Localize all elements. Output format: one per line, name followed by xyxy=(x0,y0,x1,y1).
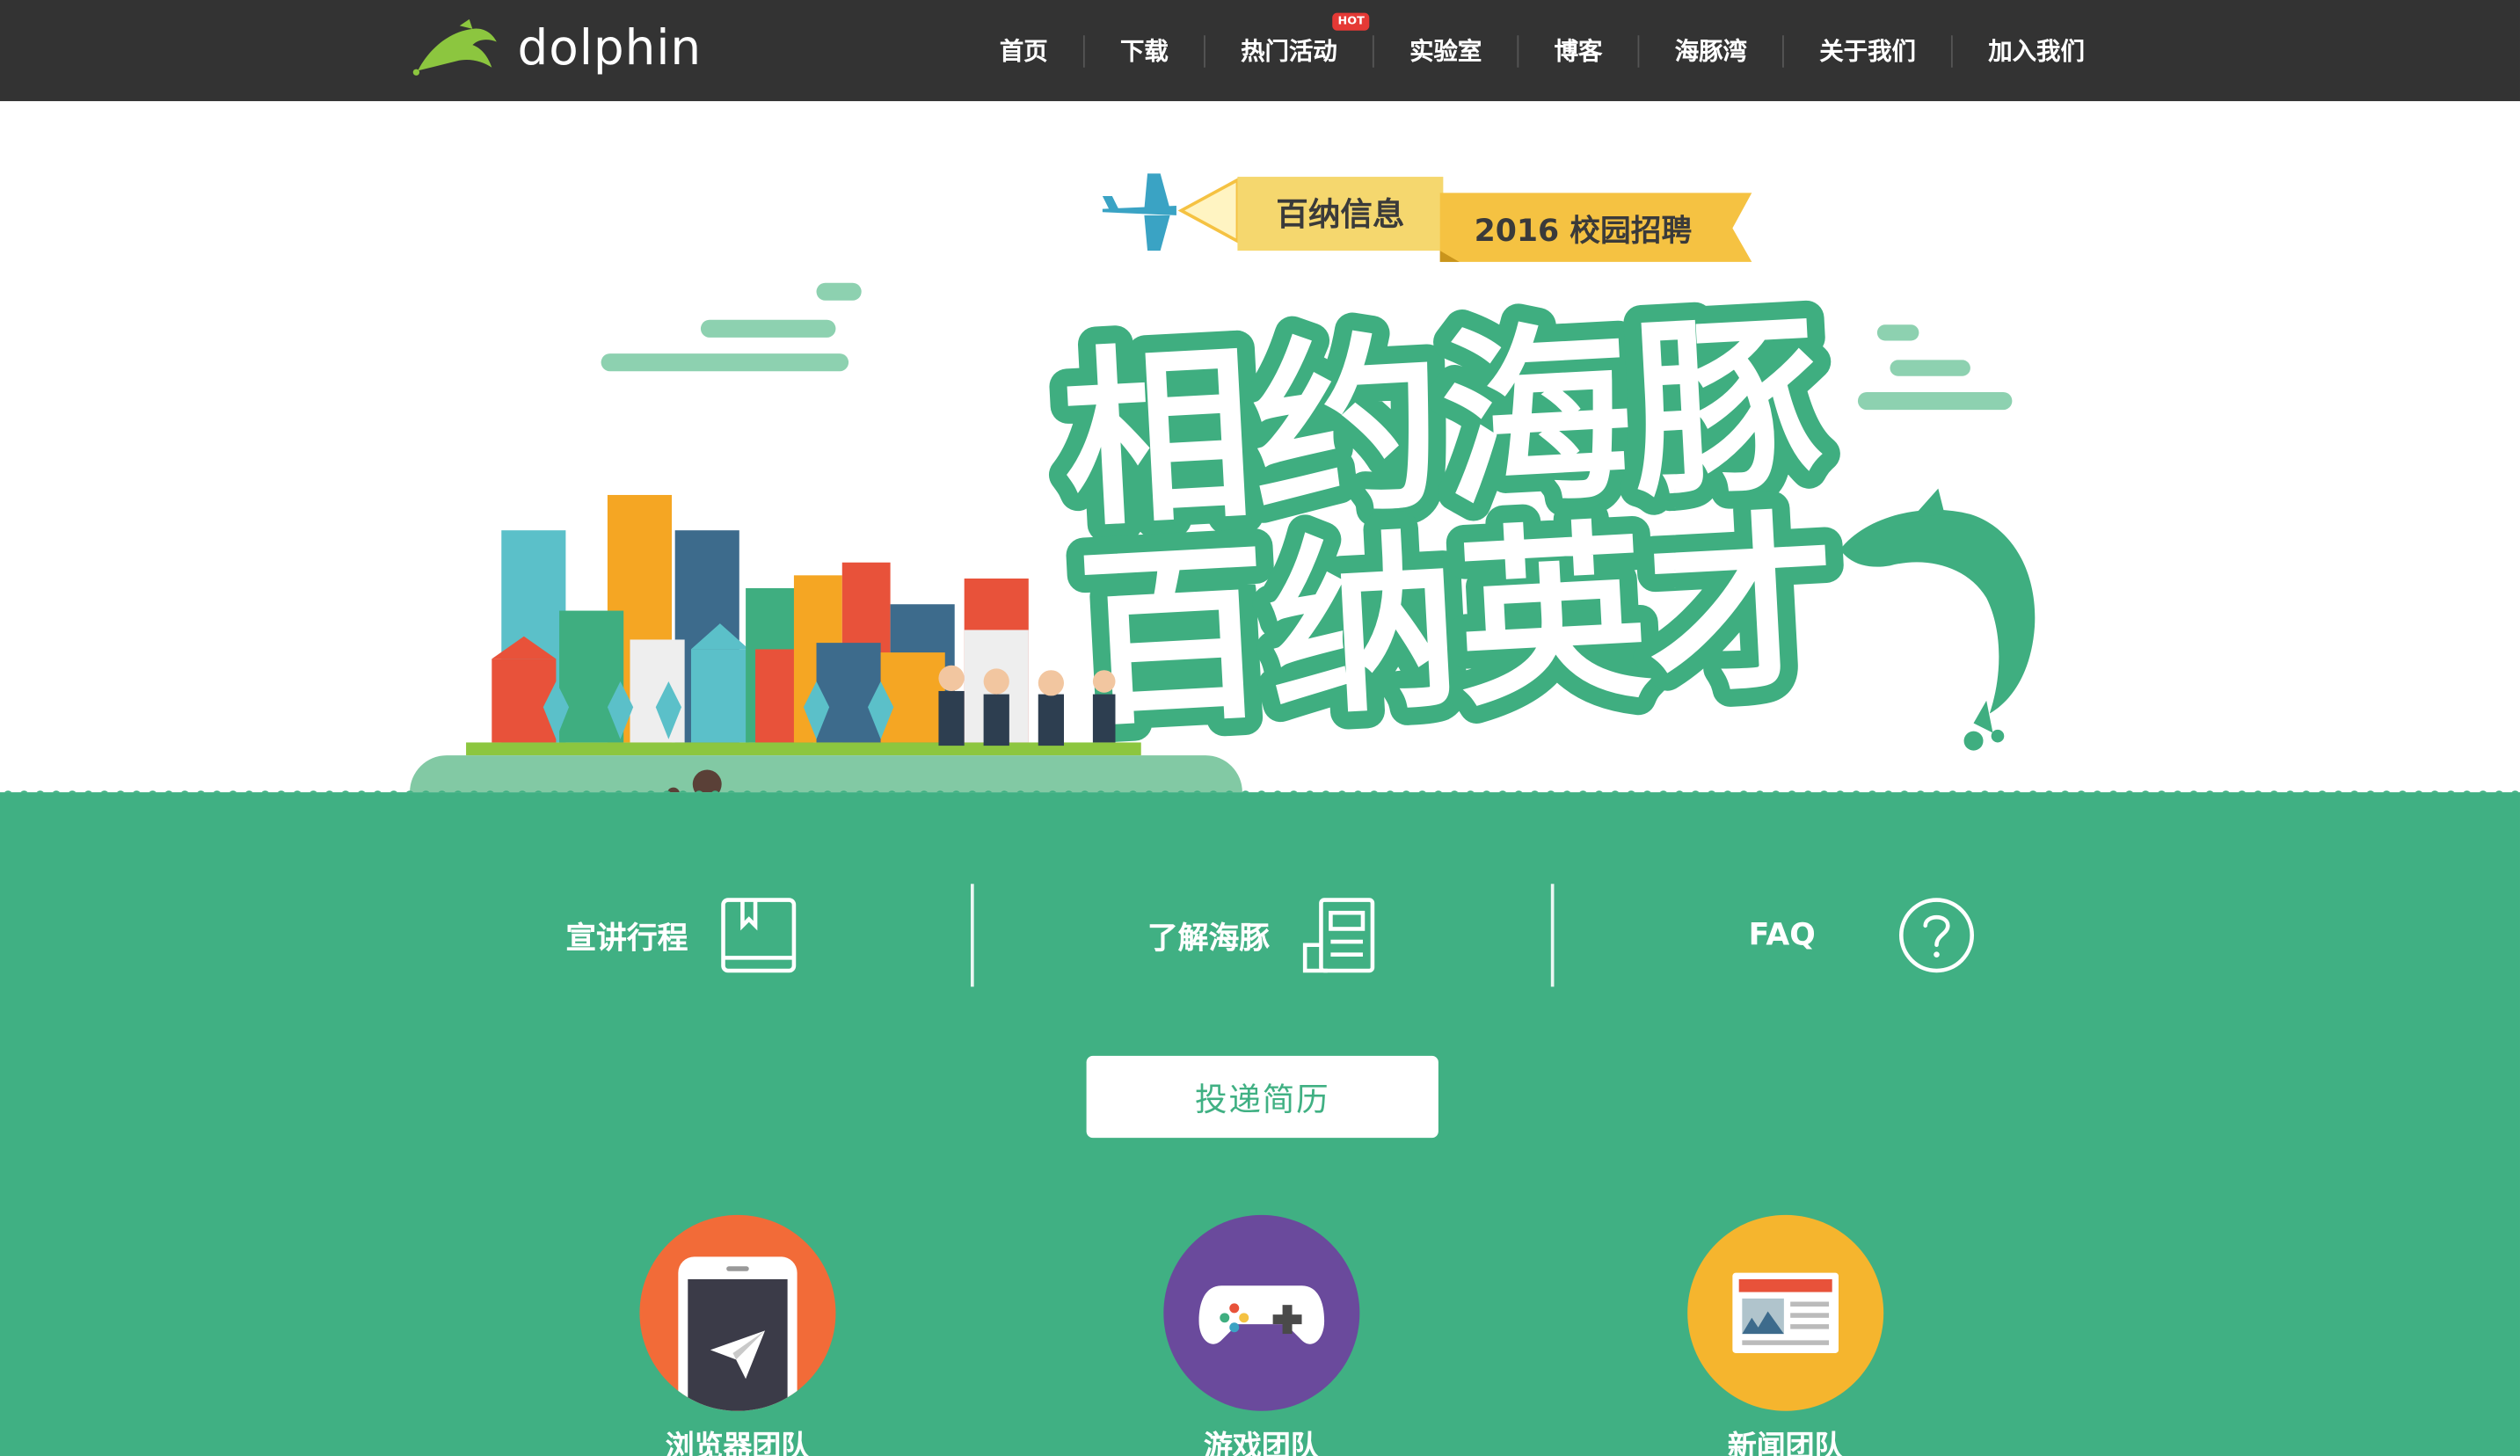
nav-item-join[interactable]: 加入我们 xyxy=(1953,34,2120,67)
city-skyline-illustration xyxy=(466,494,1141,801)
nav-item-lab[interactable]: 实验室 xyxy=(1374,34,1518,67)
nav-item-download[interactable]: 下载 xyxy=(1085,34,1204,67)
top-nav-bar: dolphin 首页 下载 热门活动 HOT 实验室 博客 海豚湾 关于我们 加… xyxy=(0,0,2520,102)
main-nav: 首页 下载 热门活动 HOT 实验室 博客 海豚湾 关于我们 加入我们 xyxy=(965,0,2120,101)
team-label: 游戏团队 xyxy=(1204,1430,1320,1456)
dolphin-logo-icon xyxy=(412,18,497,76)
question-icon xyxy=(1898,898,1974,973)
hero-banner: 百纳信息 2016 校园招聘 相约海豚 相约海豚 百纳英才 百纳英才 xyxy=(0,101,2520,830)
nav-item-home[interactable]: 首页 xyxy=(965,34,1083,67)
tablet-send-icon xyxy=(678,1256,798,1411)
newspaper-icon xyxy=(1732,1272,1839,1354)
nav-item-blog[interactable]: 博客 xyxy=(1519,34,1637,67)
dolphin-mascot-icon xyxy=(1839,488,2036,751)
team-game-circle xyxy=(1163,1214,1360,1411)
campaign-title: 2016 校园招聘 xyxy=(1475,214,1693,249)
logo-text: dolphin xyxy=(517,19,703,76)
quick-link-label: FAQ xyxy=(1748,917,1816,953)
quick-link-about[interactable]: 了解海豚 xyxy=(1147,884,1379,986)
quick-link-schedule[interactable]: 宣讲行程 xyxy=(565,884,797,986)
team-browser-circle xyxy=(639,1214,836,1411)
quick-link-label: 了解海豚 xyxy=(1147,920,1270,956)
submit-resume-button[interactable]: 投递简历 xyxy=(1086,1055,1438,1139)
airplane-icon xyxy=(1102,173,1176,251)
team-browser[interactable]: 浏览器团队 xyxy=(639,1214,836,1456)
quick-link-faq[interactable]: FAQ xyxy=(1749,884,1977,986)
book-icon xyxy=(721,898,797,973)
divider xyxy=(970,884,974,987)
headline-line2: 百纳英才 xyxy=(1074,492,1843,753)
document-icon xyxy=(1302,898,1375,973)
nav-item-about[interactable]: 关于我们 xyxy=(1784,34,1951,67)
dolphin-logo[interactable]: dolphin xyxy=(412,16,702,80)
nav-item-hot-events[interactable]: 热门活动 HOT xyxy=(1205,11,1373,67)
quick-link-label: 宣讲行程 xyxy=(565,920,688,956)
team-label: 新闻团队 xyxy=(1727,1430,1844,1456)
divider xyxy=(1550,884,1555,987)
company-name: 百纳信息 xyxy=(1276,195,1404,233)
page: dolphin 首页 下载 热门活动 HOT 实验室 博客 海豚湾 关于我们 加… xyxy=(0,0,2520,1456)
hot-badge: HOT xyxy=(1333,11,1370,30)
team-news[interactable]: 新闻团队 xyxy=(1687,1214,1884,1456)
nav-item-dolphin-bay[interactable]: 海豚湾 xyxy=(1639,34,1782,67)
nav-item-label: 热门活动 xyxy=(1241,36,1337,66)
team-label: 浏览器团队 xyxy=(665,1430,811,1456)
team-game[interactable]: 游戏团队 xyxy=(1163,1214,1360,1456)
quick-links: 宣讲行程 了解海豚 FAQ xyxy=(0,884,2520,987)
team-news-circle xyxy=(1687,1214,1884,1411)
gamepad-icon xyxy=(1198,1285,1325,1344)
hero-illustration: 百纳信息 2016 校园招聘 相约海豚 相约海豚 百纳英才 百纳英才 xyxy=(0,173,2520,830)
